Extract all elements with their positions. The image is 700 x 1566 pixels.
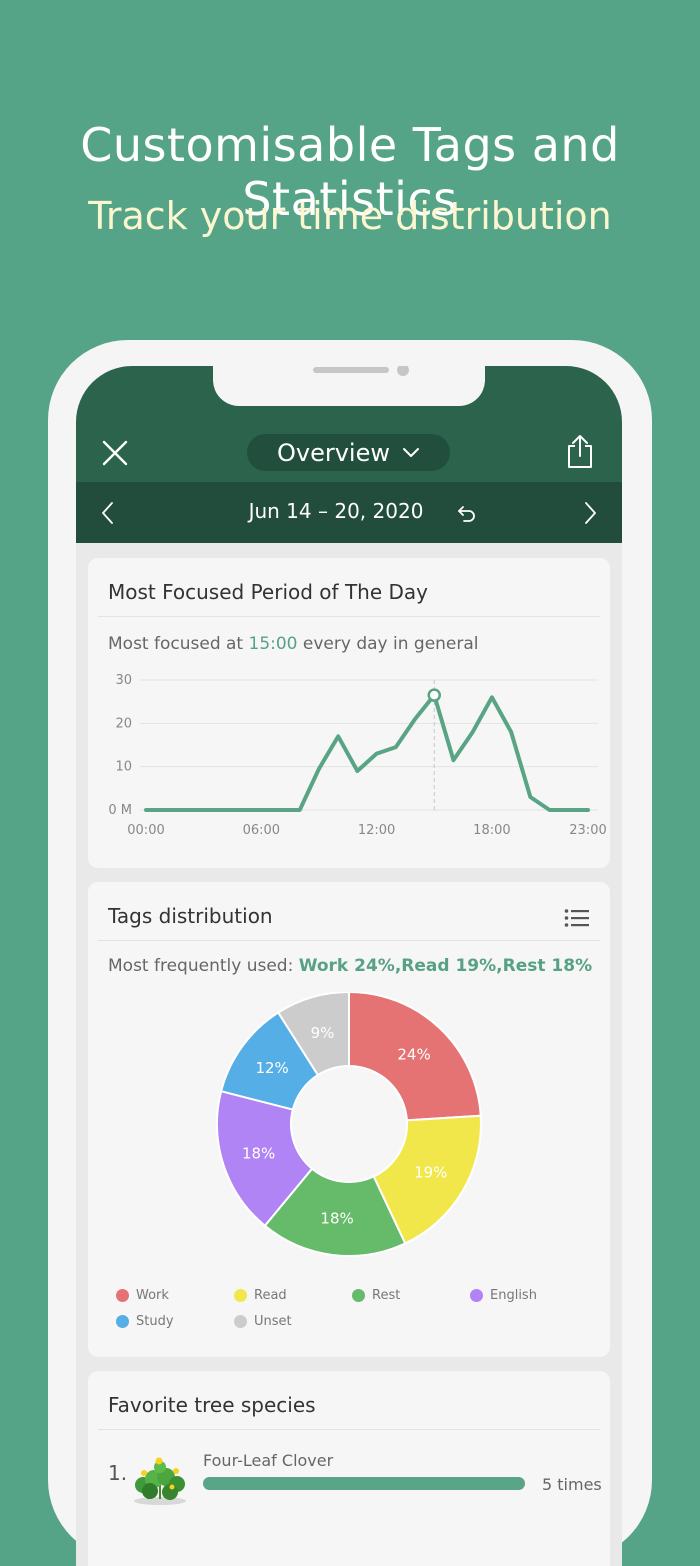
tree-count: 5 times: [542, 1475, 602, 1494]
legend-item-unset: Unset: [234, 1314, 292, 1329]
chevron-right-icon[interactable]: [580, 500, 600, 526]
series-line: [144, 693, 590, 812]
date-navigation: Jun 14 – 20, 2020: [76, 482, 622, 543]
slice-label: 18%: [320, 1209, 353, 1227]
view-selector-label: Overview: [277, 438, 390, 467]
chevron-down-icon: [403, 447, 419, 457]
focus-time: 15:00: [248, 634, 298, 654]
y-tick-label: 20: [115, 716, 132, 731]
subtitle-suffix: every day in general: [297, 634, 479, 654]
x-tick-label: 06:00: [243, 823, 280, 838]
legend-item-work: Work: [116, 1288, 169, 1303]
legend-label: English: [490, 1288, 537, 1303]
y-tick-label: 10: [115, 760, 132, 775]
y-tick-label: 0 M: [108, 803, 132, 818]
legend-swatch: [470, 1289, 483, 1302]
x-tick-label: 12:00: [358, 823, 395, 838]
legend-label: Unset: [254, 1314, 292, 1329]
legend-item-english: English: [470, 1288, 537, 1303]
subtitle-prefix: Most focused at: [108, 634, 249, 654]
phone-notch: [213, 366, 485, 406]
legend-item-read: Read: [234, 1288, 287, 1303]
close-icon[interactable]: [100, 438, 130, 468]
y-tick-label: 30: [115, 673, 132, 688]
slice-label: 19%: [414, 1163, 447, 1181]
focus-card-subtitle: Most focused at 15:00 every day in gener…: [108, 634, 479, 654]
card-divider: [98, 1429, 600, 1430]
date-range-label: Jun 14 – 20, 2020: [248, 499, 424, 523]
card-divider: [98, 940, 600, 941]
focus-line-chart: 0 M 10 20 30 00:00 06:00 12:00 18:00 23:00: [108, 673, 606, 838]
share-icon[interactable]: [564, 434, 596, 470]
legend-label: Work: [136, 1288, 169, 1303]
trees-card-title: Favorite tree species: [108, 1393, 316, 1417]
tags-card-title: Tags distribution: [108, 904, 273, 928]
x-tick-label: 18:00: [473, 823, 510, 838]
four-leaf-clover-icon: [134, 1457, 186, 1505]
legend-item-study: Study: [116, 1314, 174, 1329]
list-icon[interactable]: [564, 908, 590, 928]
tags-donut-chart: 24% 19% 18% 18% 12% 9%: [216, 992, 482, 1257]
favorite-trees-card: Favorite tree species 1. Four-Leaf Clove…: [88, 1371, 610, 1566]
speaker-grille: [313, 367, 389, 373]
slice-label: 24%: [397, 1046, 430, 1064]
focus-card-title: Most Focused Period of The Day: [108, 580, 428, 604]
legend-swatch: [116, 1289, 129, 1302]
top-tags-highlight: Work 24%,Read 19%,Rest 18%: [298, 956, 593, 976]
app-header: Overview: [76, 366, 622, 482]
app-screen: Overview Jun 14 – 20, 2020 Most Focused …: [76, 366, 622, 1566]
tree-name: Four-Leaf Clover: [203, 1451, 334, 1470]
tree-rank: 1.: [108, 1461, 128, 1485]
legend-swatch: [352, 1289, 365, 1302]
focus-period-card: Most Focused Period of The Day Most focu…: [88, 558, 610, 868]
x-tick-label: 23:00: [569, 823, 606, 838]
legend-label: Read: [254, 1288, 287, 1303]
tree-count-bar: [203, 1477, 525, 1490]
legend-swatch: [116, 1315, 129, 1328]
x-tick-label: 00:00: [127, 823, 164, 838]
subtitle-prefix: Most frequently used:: [108, 956, 299, 976]
undo-icon[interactable]: [456, 502, 478, 524]
slice-label: 9%: [311, 1024, 335, 1042]
legend-label: Study: [136, 1314, 174, 1329]
tags-card-subtitle: Most frequently used: Work 24%,Read 19%,…: [108, 956, 592, 976]
peak-point-marker[interactable]: [427, 688, 442, 702]
tags-distribution-card: Tags distribution Most frequently used: …: [88, 882, 610, 1357]
chevron-left-icon[interactable]: [98, 500, 118, 526]
camera-dot: [397, 366, 409, 376]
legend-swatch: [234, 1289, 247, 1302]
slice-label: 18%: [242, 1144, 275, 1162]
legend-swatch: [234, 1315, 247, 1328]
view-selector[interactable]: Overview: [247, 434, 450, 471]
legend-item-rest: Rest: [352, 1288, 400, 1303]
card-divider: [98, 616, 600, 617]
hero-subtitle: Track your time distribution: [88, 194, 612, 238]
slice-label: 12%: [255, 1059, 288, 1077]
tree-count-bar-fill: [203, 1477, 525, 1490]
legend-label: Rest: [372, 1288, 401, 1303]
